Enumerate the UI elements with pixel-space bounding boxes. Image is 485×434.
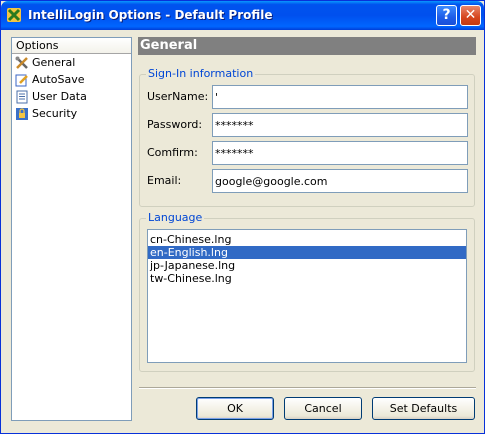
sidebar-item-security[interactable]: Security xyxy=(12,105,131,122)
username-label: UserName: xyxy=(147,90,209,103)
password-label: Password: xyxy=(147,118,203,131)
list-item[interactable]: cn-Chinese.lng xyxy=(148,233,466,246)
window-title: IntelliLogin Options - Default Profile xyxy=(28,8,273,22)
language-listbox[interactable]: cn-Chinese.lng en-English.lng jp-Japanes… xyxy=(147,229,467,363)
list-item[interactable]: tw-Chinese.lng xyxy=(148,272,466,285)
lock-icon xyxy=(16,107,28,120)
set-defaults-button[interactable]: Set Defaults xyxy=(372,397,475,420)
tools-icon xyxy=(15,56,28,69)
options-dialog: IntelliLogin Options - Default Profile ?… xyxy=(0,0,485,434)
sidebar-header: Options xyxy=(12,38,131,54)
email-field[interactable] xyxy=(212,169,468,193)
sidebar-item-general[interactable]: General xyxy=(12,54,131,71)
document-icon xyxy=(16,90,28,103)
signin-group: Sign-In information UserName: Password: … xyxy=(139,67,475,207)
cancel-button[interactable]: Cancel xyxy=(284,397,362,420)
signin-group-label: Sign-In information xyxy=(146,67,256,80)
username-field[interactable] xyxy=(212,85,468,109)
language-group-label: Language xyxy=(146,211,205,224)
app-icon xyxy=(7,8,21,22)
title-bar[interactable]: IntelliLogin Options - Default Profile ?… xyxy=(1,1,484,30)
pencil-icon xyxy=(15,74,28,86)
password-field[interactable] xyxy=(212,113,468,137)
ok-button[interactable]: OK xyxy=(196,397,274,420)
sidebar-item-label: General xyxy=(32,56,76,69)
list-item[interactable]: jp-Japanese.lng xyxy=(148,259,466,272)
confirm-label: Comfirm: xyxy=(147,146,198,159)
language-group: Language cn-Chinese.lng en-English.lng j… xyxy=(139,211,475,372)
list-item-selected[interactable]: en-English.lng xyxy=(148,246,466,259)
sidebar-item-label: User Data xyxy=(32,90,87,103)
email-label: Email: xyxy=(147,174,182,187)
confirm-password-field[interactable] xyxy=(212,141,468,165)
footer-divider xyxy=(139,387,476,389)
section-title: General xyxy=(138,37,476,55)
sidebar-item-label: AutoSave xyxy=(32,73,85,86)
options-sidebar: Options General AutoSave User Data Secur… xyxy=(11,37,132,421)
sidebar-item-label: Security xyxy=(32,107,78,120)
sidebar-item-user-data[interactable]: User Data xyxy=(12,88,131,105)
help-button[interactable]: ? xyxy=(436,5,457,26)
sidebar-item-autosave[interactable]: AutoSave xyxy=(12,71,131,88)
close-button[interactable]: ✕ xyxy=(460,5,481,26)
